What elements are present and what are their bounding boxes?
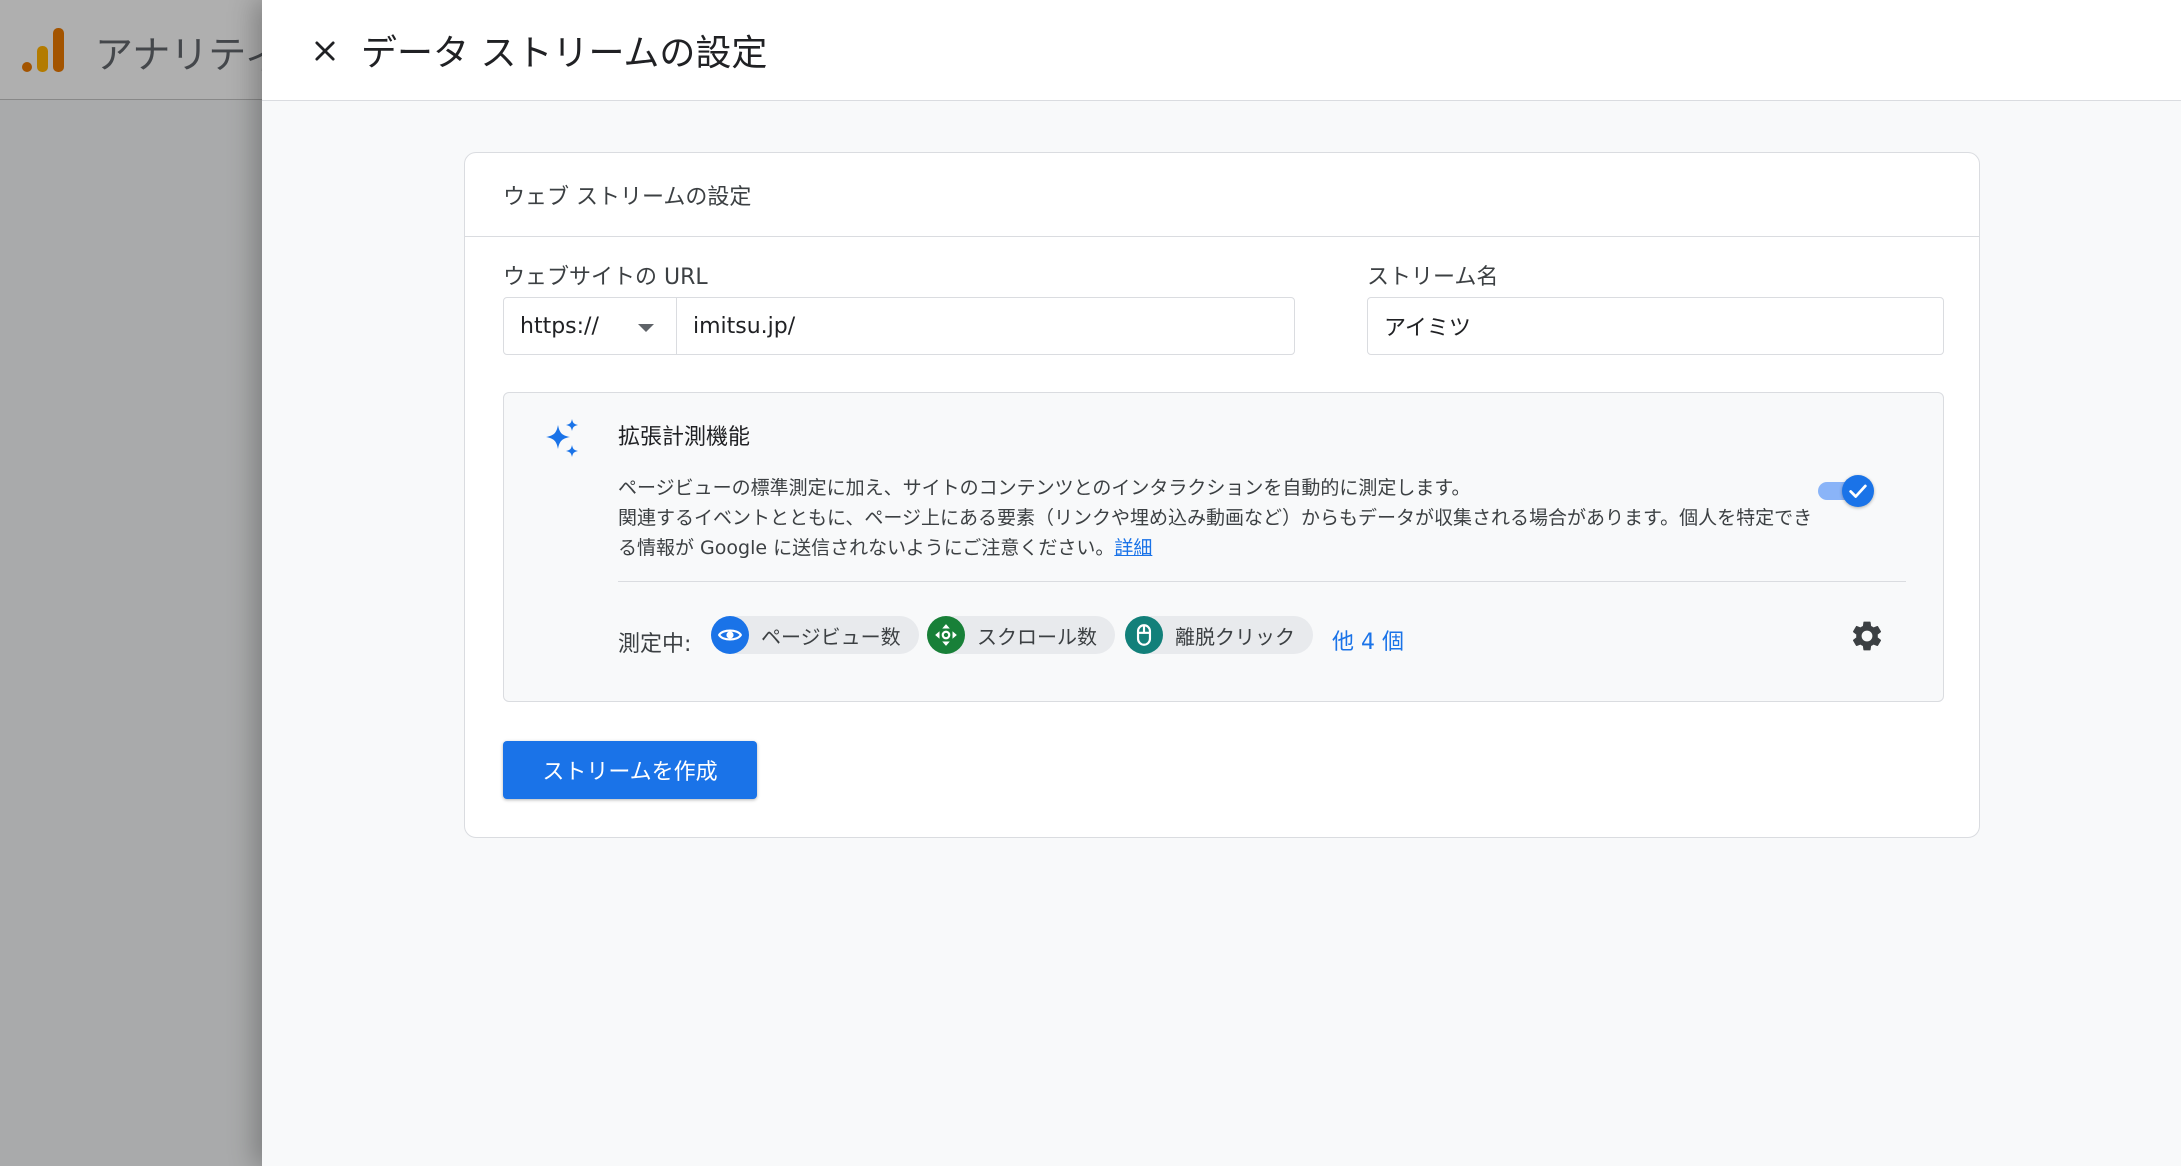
enhanced-measurement-panel: 拡張計測機能 ページビューの標準測定に加え、サイトのコンテンツとのインタラクショ… (503, 392, 1944, 702)
website-url-label: ウェブサイトの URL (503, 265, 708, 290)
card-header: ウェブ ストリームの設定 (465, 153, 1979, 237)
protocol-select-value: https:// (520, 313, 599, 339)
website-url-field: https:// imitsu.jp/ (503, 297, 1295, 355)
more-events-link[interactable]: 他 4 個 (1332, 624, 1404, 656)
measuring-label: 測定中: (618, 632, 692, 657)
enhanced-measurement-title: 拡張計測機能 (618, 425, 751, 450)
enhanced-measurement-toggle[interactable] (1816, 473, 1876, 509)
description-line-1: ページビューの標準測定に加え、サイトのコンテンツとのインタラクションを自動的に測… (618, 477, 1471, 499)
chip-page-views[interactable]: ページビュー数 (711, 616, 919, 654)
stream-settings-drawer: データ ストリームの設定 ウェブ ストリームの設定 ウェブサイトの URL ht… (262, 0, 2181, 1166)
eye-icon (711, 616, 749, 654)
chip-label: ページビュー数 (761, 624, 901, 649)
chevron-down-icon (638, 324, 654, 332)
drawer-title: データ ストリームの設定 (361, 33, 768, 74)
stream-name-label: ストリーム名 (1367, 265, 1499, 290)
chip-scrolls[interactable]: スクロール数 (927, 616, 1115, 654)
toggle-knob (1842, 475, 1874, 507)
chip-label: 離脱クリック (1175, 624, 1295, 649)
create-stream-button[interactable]: ストリームを作成 (503, 741, 757, 799)
learn-more-link[interactable]: 詳細 (1114, 537, 1152, 559)
description-line-2: 関連するイベントとともに、ページ上にある要素（リンクや埋め込み動画など）からもデ… (618, 507, 1813, 559)
divider (618, 581, 1906, 582)
gear-icon[interactable] (1849, 618, 1885, 654)
chip-label: スクロール数 (977, 624, 1097, 649)
web-stream-settings-card: ウェブ ストリームの設定 ウェブサイトの URL https:// imitsu… (464, 152, 1980, 838)
sparkle-icon (546, 419, 578, 457)
check-icon (1849, 484, 1867, 498)
url-input[interactable]: imitsu.jp/ (677, 298, 1294, 354)
drawer-header: データ ストリームの設定 (262, 0, 2181, 101)
stream-name-input[interactable]: アイミツ (1367, 297, 1944, 355)
close-icon (315, 41, 335, 61)
protocol-select[interactable]: https:// (504, 298, 677, 354)
close-button[interactable] (303, 29, 347, 73)
enhanced-measurement-description: ページビューの標準測定に加え、サイトのコンテンツとのインタラクションを自動的に測… (618, 473, 1828, 563)
chip-outbound-clicks[interactable]: 離脱クリック (1125, 616, 1313, 654)
analytics-logo-icon (22, 28, 66, 72)
mouse-icon (1125, 616, 1163, 654)
card-title: ウェブ ストリームの設定 (503, 184, 752, 210)
scroll-arrows-icon (927, 616, 965, 654)
